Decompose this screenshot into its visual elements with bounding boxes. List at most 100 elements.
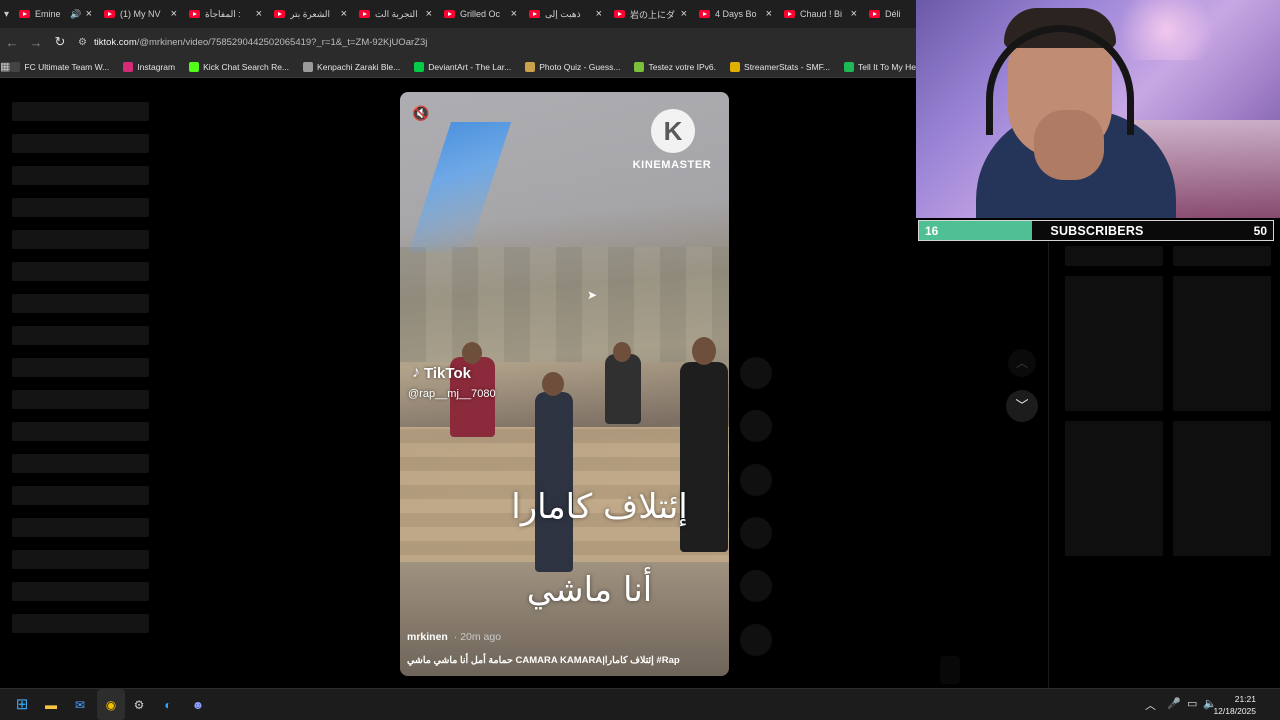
bookmark-item[interactable]: Kick Chat Search Re... xyxy=(189,61,289,72)
address-bar[interactable]: ⚙ tiktok.com/@mrkinen/video/758529044250… xyxy=(78,31,916,53)
comment-button[interactable] xyxy=(740,410,772,442)
close-icon[interactable]: × xyxy=(511,8,517,20)
tiktok-watermark: ♪ TikTok xyxy=(412,364,471,382)
sound-button[interactable] xyxy=(740,624,772,656)
bookmark-favicon-icon xyxy=(414,61,425,72)
recommend-skeleton xyxy=(1065,276,1163,411)
tab-search-icon[interactable]: ▾ xyxy=(4,3,9,25)
discord-icon[interactable]: ☻ xyxy=(188,695,208,715)
nav-skeleton-item xyxy=(12,198,149,217)
mail-icon[interactable]: ✉ xyxy=(70,695,90,715)
bookmark-label: StreamerStats - SMF... xyxy=(744,61,830,72)
chevron-up-tray-icon[interactable]: ︿ xyxy=(1145,697,1156,713)
tab-title: التجربة الت xyxy=(375,8,418,19)
nav-skeleton-item xyxy=(12,262,149,281)
author-link[interactable]: mrkinen xyxy=(407,631,448,643)
url-path: /@mrkinen/video/7585290442502065419?_r=1… xyxy=(136,36,428,48)
nav-skeleton-item xyxy=(12,422,149,441)
close-icon[interactable]: × xyxy=(86,8,92,20)
close-icon[interactable]: × xyxy=(851,8,857,20)
video-description: حمامة أمل أنا ماشي ماشي CAMARA KAMARA|إئ… xyxy=(407,655,680,666)
post-time: · 20m ago xyxy=(453,631,502,643)
browser-tab[interactable]: ذهبت إلى × xyxy=(523,0,608,28)
close-icon[interactable]: × xyxy=(596,8,602,20)
bookmark-item[interactable]: DeviantArt - The Lar... xyxy=(414,61,511,72)
chevron-down-icon[interactable]: ﹀ xyxy=(1006,390,1038,422)
file-explorer-icon[interactable]: ▬ xyxy=(41,695,61,715)
nav-skeleton-item xyxy=(12,614,149,633)
person-figure xyxy=(535,392,573,572)
chrome-icon[interactable]: ◉ xyxy=(101,695,121,715)
tab-title: المفاجأة : xyxy=(205,8,241,19)
tab-title: 4 Days Bo xyxy=(715,9,757,19)
fairy-lights xyxy=(1106,0,1226,60)
browser-tab[interactable]: 岩の上にダ × xyxy=(608,0,693,28)
reload-icon[interactable]: ↻ xyxy=(48,34,72,50)
bookmark-favicon-icon xyxy=(189,61,200,72)
nav-skeleton-item xyxy=(12,230,149,249)
bookmark-label: Kenpachi Zaraki Ble... xyxy=(317,61,401,72)
bookmarks-bar: ▦ FC Ultimate Team W... Instagram Kick Cha… xyxy=(0,56,938,78)
tab-title: ذهبت إلى xyxy=(545,8,581,19)
bookmark-item[interactable]: Kenpachi Zaraki Ble... xyxy=(303,61,401,72)
speaker-icon[interactable]: 🔊 xyxy=(70,9,81,20)
share-button[interactable] xyxy=(740,517,772,549)
youtube-icon xyxy=(444,10,456,18)
apps-icon[interactable]: ▦ xyxy=(0,60,10,73)
clock[interactable]: 21:21 12/18/2025 xyxy=(1213,693,1256,717)
browser-tab[interactable]: الشعرة بتر × xyxy=(268,0,353,28)
microphone-icon[interactable]: 🎤 xyxy=(1167,697,1181,710)
clock-time: 21:21 xyxy=(1234,694,1256,704)
mute-icon[interactable]: 🔇 xyxy=(412,104,430,122)
nav-skeleton-item xyxy=(12,294,149,313)
windows-start-icon[interactable]: ⊞ xyxy=(12,695,32,715)
close-icon[interactable]: × xyxy=(766,8,772,20)
wifi-icon[interactable]: ▭ xyxy=(1187,697,1197,710)
chevron-up-icon[interactable]: ︿ xyxy=(1008,349,1036,377)
close-icon[interactable]: × xyxy=(681,8,687,20)
close-icon[interactable]: × xyxy=(426,8,432,20)
nav-skeleton-item xyxy=(12,358,149,377)
browser-tab[interactable]: المفاجأة : × xyxy=(183,0,268,28)
video-caption: mrkinen · 20m ago xyxy=(407,631,501,643)
bookmark-favicon-icon xyxy=(303,61,314,72)
bookmark-item[interactable]: Instagram xyxy=(123,61,175,72)
settings-icon[interactable]: ⚙ xyxy=(129,695,149,715)
nav-skeleton-item xyxy=(12,102,149,121)
site-info-icon[interactable]: ⚙ xyxy=(78,37,87,48)
browser-tab[interactable]: Chaud ! Bi × xyxy=(778,0,863,28)
close-icon[interactable]: × xyxy=(171,8,177,20)
recommend-skeleton xyxy=(1173,276,1271,411)
browser-tab[interactable]: Grilled Oc × xyxy=(438,0,523,28)
youtube-icon xyxy=(869,10,881,18)
close-icon[interactable]: × xyxy=(341,8,347,20)
bookmark-item[interactable]: FC Ultimate Team W... xyxy=(10,61,109,72)
edge-icon[interactable]: ◐ xyxy=(158,695,178,715)
forward-arrow-icon[interactable]: → xyxy=(24,35,48,50)
close-icon[interactable]: × xyxy=(256,8,262,20)
nav-skeleton-item xyxy=(12,326,149,345)
nav-skeleton-item xyxy=(12,454,149,473)
like-button[interactable] xyxy=(740,357,772,389)
tab-strip: ▾ Emine 🔊 × (1) My NV × المفاجأة : × الشعرة بتر… xyxy=(0,0,942,28)
back-arrow-icon[interactable]: ← xyxy=(0,35,24,50)
bookmark-list: FC Ultimate Team W... Instagram Kick Chat … xyxy=(10,61,952,72)
browser-tab[interactable]: التجربة الت × xyxy=(353,0,438,28)
bookmark-favicon-icon xyxy=(634,61,645,72)
browser-tab[interactable]: 4 Days Bo × xyxy=(693,0,778,28)
bookmark-button[interactable] xyxy=(740,464,772,496)
browser-tab[interactable]: Emine 🔊 × xyxy=(13,0,98,28)
toolbar: ← → ↻ ⚙ tiktok.com/@mrkinen/video/758529… xyxy=(0,28,916,56)
person-head xyxy=(692,337,716,365)
video-player[interactable]: 🔇 K KINEMASTER ♪ TikTok @rap__mj__7080 ➤… xyxy=(400,92,729,676)
youtube-icon xyxy=(699,10,711,18)
bookmark-item[interactable]: StreamerStats - SMF... xyxy=(730,61,830,72)
tiktok-handle: @rap__mj__7080 xyxy=(408,388,496,400)
browser-tab[interactable]: (1) My NV × xyxy=(98,0,183,28)
nav-skeleton-item xyxy=(12,582,149,601)
divider xyxy=(1048,242,1049,688)
bookmark-item[interactable]: Photo Quiz - Guess... xyxy=(525,61,620,72)
shelf-scene xyxy=(400,247,729,362)
bookmark-item[interactable]: Testez votre IPv6. xyxy=(634,61,716,72)
more-button[interactable] xyxy=(740,570,772,602)
